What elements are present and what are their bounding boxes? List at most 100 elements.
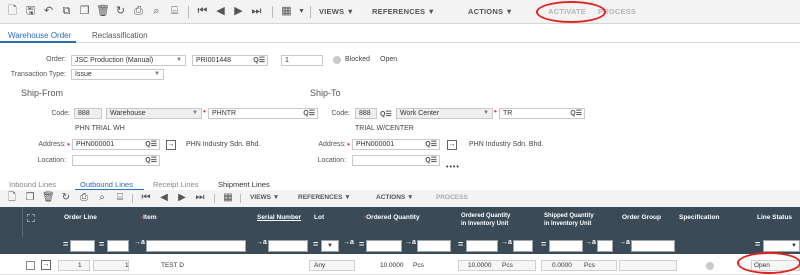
filter-inventory-unit[interactable] (513, 240, 533, 252)
save-icon[interactable]: 🖫 (24, 5, 37, 18)
filter-operator[interactable]: →a (343, 239, 354, 246)
filter-ordered-qty[interactable] (366, 240, 402, 252)
specification-indicator[interactable] (706, 262, 714, 270)
row-checkbox[interactable] (26, 261, 35, 270)
undo-icon[interactable]: ↶ (42, 5, 55, 18)
tab-reclassification[interactable]: Reclassification (92, 31, 148, 40)
filter-operator[interactable]: →a (405, 239, 416, 246)
header-item[interactable]: •Item (141, 214, 156, 221)
filter-shipped-unit[interactable] (597, 240, 613, 252)
next-record-icon[interactable]: ▶ (176, 192, 188, 204)
ship-to-code-field[interactable]: TR Q☰ (499, 108, 585, 119)
address-details-icon[interactable]: → (166, 140, 176, 150)
header-ordered-qty-inventory[interactable]: Ordered Quantity in Inventory Unit (461, 212, 510, 228)
cell-item[interactable]: TEST D (161, 262, 184, 269)
filter-order-group[interactable] (631, 240, 675, 252)
references-menu[interactable]: REFERENCES ▼ (372, 7, 435, 16)
order-number-field[interactable]: PRI001448 Q☰ (192, 55, 268, 66)
first-record-icon[interactable]: ⏮ (196, 5, 209, 18)
print-icon[interactable]: ⎙ (132, 5, 145, 18)
ship-from-code-type[interactable]: 888 (74, 108, 102, 119)
tab-receipt-lines[interactable]: Receipt Lines (153, 180, 198, 189)
delete-icon[interactable]: 🗑 (96, 5, 110, 18)
filter-operator[interactable]: →a (256, 239, 267, 246)
chevron-down-icon[interactable]: ▼ (295, 5, 308, 18)
filter-operator[interactable]: = (63, 239, 68, 249)
header-order-group[interactable]: Order Group (622, 214, 661, 221)
blocked-indicator[interactable] (333, 56, 341, 64)
order-type-select[interactable]: JSC Production (Manual) ▼ (71, 55, 186, 66)
header-shipped-qty-inventory[interactable]: Shipped Quantity in Inventory Unit (544, 212, 594, 228)
filter-operator[interactable]: = (99, 239, 104, 249)
first-record-icon[interactable]: ⏮ (140, 192, 152, 204)
print-icon[interactable]: ⎙ (78, 192, 90, 204)
calendar-icon[interactable]: ▦ (280, 5, 293, 18)
copy-icon[interactable]: ⧉ (60, 5, 73, 18)
cell-order[interactable]: 1 (78, 262, 82, 269)
filter-shipped-qty[interactable] (549, 240, 583, 252)
tab-outbound-lines[interactable]: Outbound Lines (80, 180, 133, 189)
ship-from-address-field[interactable]: PHN000001 Q☰ (72, 139, 160, 150)
ship-from-code-field[interactable]: PHNTR Q☰ (208, 108, 318, 119)
refresh-icon[interactable]: ↻ (60, 192, 72, 204)
address-details-icon[interactable]: → (447, 140, 457, 150)
cell-ordered-unit[interactable]: Pcs (413, 262, 424, 269)
references-menu[interactable]: REFERENCES ▼ (298, 194, 351, 201)
header-line-status[interactable]: Line Status (757, 214, 792, 221)
header-serial-number[interactable]: Serial Number (257, 214, 301, 221)
order-sequence-field[interactable]: 1 (281, 55, 323, 66)
more-options[interactable]: •••• (446, 164, 460, 171)
transaction-type-select[interactable]: Issue ▼ (71, 69, 164, 80)
row-details-icon[interactable]: → (41, 260, 51, 270)
filter-lot-select[interactable]: ▼ (321, 240, 339, 252)
filter-line-status-select[interactable]: ▼ (763, 240, 800, 252)
cell-lot[interactable]: Any (314, 262, 325, 269)
filter-operator[interactable]: = (541, 239, 546, 249)
header-order-line[interactable]: Order Line (64, 214, 97, 221)
views-menu[interactable]: VIEWS ▼ (250, 194, 279, 201)
filter-operator[interactable]: →a (619, 239, 630, 246)
actions-menu[interactable]: ACTIONS ▼ (376, 194, 414, 201)
filter-operator[interactable]: = (458, 239, 463, 249)
calendar-icon[interactable]: ▦ (222, 192, 234, 204)
cell-line[interactable]: 1 (125, 262, 129, 269)
filter-operator[interactable]: = (359, 239, 364, 249)
previous-record-icon[interactable]: ◀ (214, 5, 227, 18)
previous-record-icon[interactable]: ◀ (158, 192, 170, 204)
filter-operator[interactable]: →a (585, 239, 596, 246)
filter-operator[interactable]: = (313, 239, 318, 249)
ship-to-code-kind[interactable]: Work Center ▼ (396, 108, 493, 119)
filter-operator[interactable]: →a (501, 239, 512, 246)
new-line-icon[interactable]: 🗋 (6, 192, 18, 204)
filter-item[interactable] (146, 240, 246, 252)
duplicate-line-icon[interactable]: ❐ (24, 192, 36, 204)
header-specification[interactable]: Specification (679, 214, 719, 221)
filter-line[interactable] (107, 240, 129, 252)
zoom-icon[interactable]: Q☰ (380, 110, 392, 118)
filter-operator[interactable]: →a (134, 239, 145, 246)
tab-shipment-lines[interactable]: Shipment Lines (218, 180, 270, 189)
last-record-icon[interactable]: ⏭ (194, 192, 206, 204)
attachment-icon[interactable]: ⌸ (168, 5, 181, 18)
ship-from-location-field[interactable]: Q☰ (72, 155, 160, 166)
tab-inbound-lines[interactable]: Inbound Lines (9, 180, 56, 189)
ship-to-address-field[interactable]: PHN000001 Q☰ (352, 139, 440, 150)
search-icon[interactable]: ⌕ (150, 5, 163, 18)
ship-to-location-field[interactable]: Q☰ (352, 155, 440, 166)
filter-ordered-unit[interactable] (417, 240, 451, 252)
attachment-icon[interactable]: ⌸ (114, 192, 126, 204)
filter-inventory-qty[interactable] (466, 240, 498, 252)
last-record-icon[interactable]: ⏭ (250, 5, 263, 18)
header-lot[interactable]: Lot (314, 214, 324, 221)
search-icon[interactable]: ⌕ (96, 192, 108, 204)
duplicate-icon[interactable]: ❐ (78, 5, 91, 18)
next-record-icon[interactable]: ▶ (232, 5, 245, 18)
refresh-icon[interactable]: ↻ (114, 5, 127, 18)
tab-warehouse-order[interactable]: Warehouse Order (8, 31, 71, 40)
select-all-checkbox[interactable] (27, 214, 35, 222)
ship-from-code-kind[interactable]: Warehouse ▼ (106, 108, 202, 119)
ship-to-code-type[interactable]: 888 (355, 108, 377, 119)
actions-menu[interactable]: ACTIONS ▼ (468, 7, 513, 16)
filter-serial-number[interactable] (268, 240, 308, 252)
delete-line-icon[interactable]: 🗑 (42, 192, 55, 204)
